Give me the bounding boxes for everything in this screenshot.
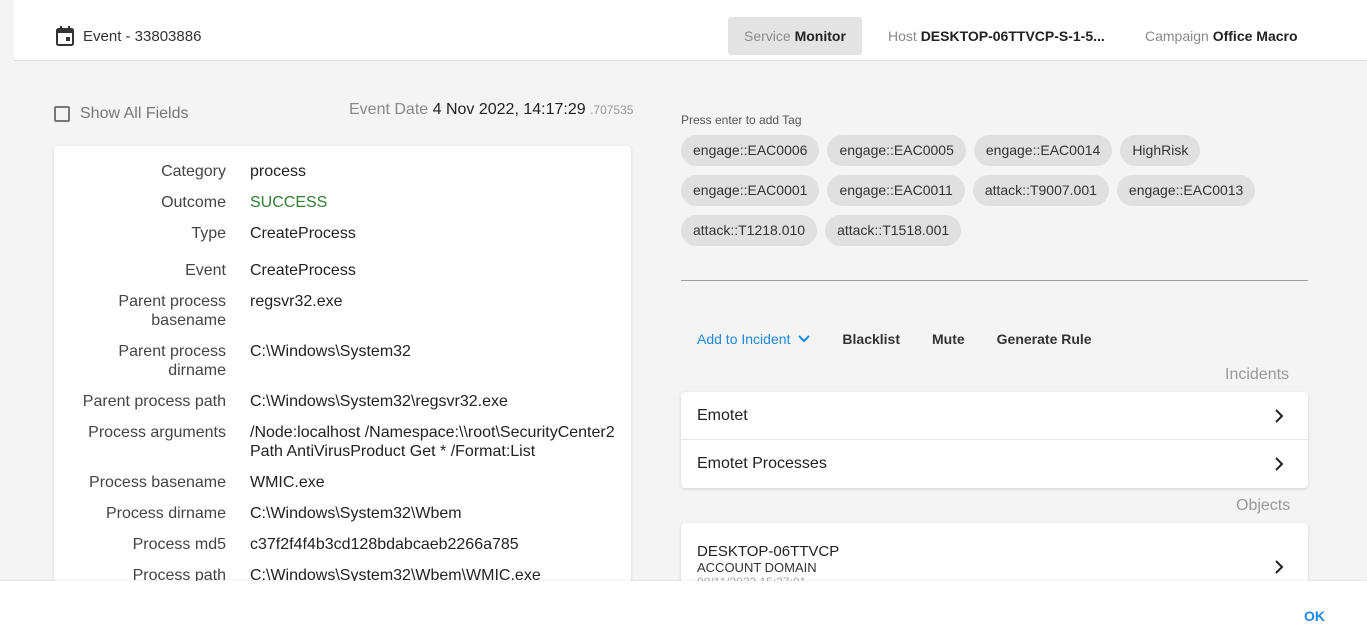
campaign-label: Campaign [1145,28,1209,44]
service-value: Monitor [794,28,846,44]
incident-name: Emotet [697,407,748,424]
blacklist-button[interactable]: Blacklist [826,331,916,347]
show-all-fields-checkbox[interactable]: Show All Fields [54,105,189,123]
tag-chip[interactable]: attack::T1218.010 [681,215,818,246]
tag-list: engage::EAC0006 engage::EAC0005 engage::… [681,135,1311,246]
field-label: Outcome [161,194,226,211]
field-label: Category [161,163,226,180]
host-chip[interactable]: Host DESKTOP-06TTVCP-S-1-5... [872,17,1121,55]
incident-item[interactable]: Emotet Processes [681,440,1308,488]
field-label: Event [185,262,226,279]
tag-chip[interactable]: engage::EAC0006 [681,135,820,166]
field-label: Parent process basename [118,293,226,329]
tag-chip[interactable]: engage::EAC0005 [827,135,966,166]
tag-input-underline [681,280,1308,281]
add-to-incident-button[interactable]: Add to Incident [681,331,826,347]
tag-chip[interactable]: attack::T9007.001 [972,175,1109,206]
field-value: C:\Windows\System32 [250,343,411,360]
host-label: Host [888,28,917,44]
field-value: /Node:localhost /Namespace:\\root\Securi… [250,424,615,460]
event-date-value: 4 Nov 2022, 14:17:29 [432,101,586,118]
field-label: Parent process dirname [118,343,226,379]
field-label: Process basename [89,474,226,491]
field-value: regsvr32.exe [250,293,343,310]
field-label: Type [191,225,226,242]
campaign-value: Office Macro [1212,28,1298,44]
service-chip[interactable]: Service Monitor [728,17,862,55]
tag-chip[interactable]: attack::T1518.001 [825,215,962,246]
tag-chip[interactable]: engage::EAC0001 [681,175,820,206]
dialog-footer: OK [0,581,1367,641]
event-title: Event - 33803886 [83,28,202,45]
ok-button[interactable]: OK [1304,608,1325,624]
tag-chip[interactable]: HighRisk [1120,135,1201,166]
field-value: WMIC.exe [250,474,325,491]
field-label: Process dirname [105,505,226,522]
field-value: C:\Windows\System32\Wbem [250,505,462,522]
incident-item[interactable]: Emotet [681,392,1308,440]
chevron-right-icon [1275,409,1284,423]
checkbox-unchecked-icon[interactable] [54,106,70,122]
event-date-label: Event Date [349,101,429,118]
field-label: Process arguments [88,424,226,441]
field-label: Process md5 [132,536,226,553]
event-fields-card: Category process Outcome SUCCESS Type Cr… [54,146,631,606]
tag-chip[interactable]: engage::EAC0011 [827,175,965,206]
calendar-icon [56,26,74,46]
generate-rule-button[interactable]: Generate Rule [981,331,1108,347]
field-value: C:\Windows\System32\regsvr32.exe [250,393,508,410]
object-type: ACCOUNT DOMAIN [697,560,817,575]
field-label: Parent process path [82,393,226,410]
chevron-down-icon [798,335,811,343]
field-value: c37f2f4f4b3cd128bdabcaeb2266a785 [250,536,519,553]
object-name: DESKTOP-06TTVCP [697,543,840,560]
event-header: Event - 33803886 Service Monitor Host DE… [14,0,1367,61]
event-date: Event Date 4 Nov 2022, 14:17:29 .707535 [349,101,633,119]
chevron-right-icon [1275,457,1284,471]
incidents-list: Emotet Emotet Processes [681,392,1308,488]
objects-section-title: Objects [1236,497,1291,514]
service-label: Service [744,28,791,44]
action-bar: Add to Incident Blacklist Mute Generate … [681,322,1108,356]
field-value-outcome: SUCCESS [250,194,328,211]
event-date-fraction: .707535 [590,103,634,117]
incidents-section-title: Incidents [1225,366,1290,383]
incident-name: Emotet Processes [697,455,827,472]
field-value: CreateProcess [250,225,356,242]
field-value: process [250,163,307,180]
add-to-incident-label: Add to Incident [697,331,791,347]
field-value: CreateProcess [250,262,356,279]
mute-button[interactable]: Mute [916,331,981,347]
tag-chip[interactable]: engage::EAC0014 [973,135,1113,166]
host-value: DESKTOP-06TTVCP-S-1-5... [920,28,1105,44]
tag-input-prompt[interactable]: Press enter to add Tag [681,113,802,127]
tag-chip[interactable]: engage::EAC0013 [1116,175,1256,206]
campaign-chip[interactable]: Campaign Office Macro [1129,17,1314,55]
show-all-fields-label: Show All Fields [80,105,189,122]
chevron-right-icon [1275,560,1284,574]
